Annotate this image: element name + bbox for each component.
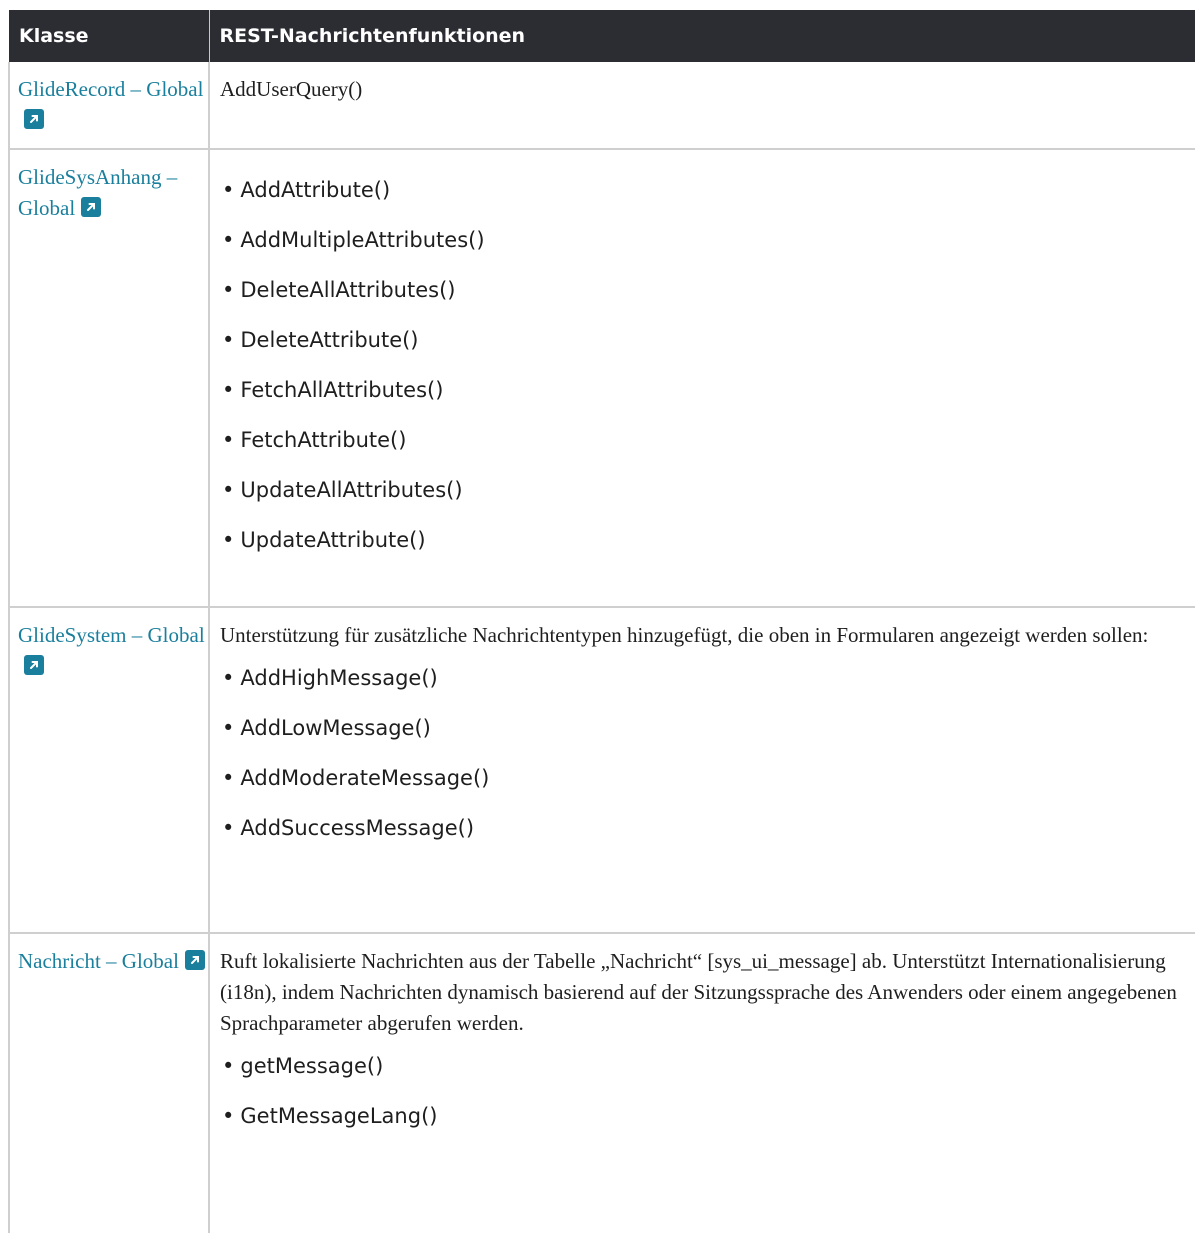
table-row: Nachricht – Global Ruft lokalisierte Nac… <box>8 933 1195 1233</box>
list-item: • AddModerateMessage() <box>222 766 490 790</box>
method-name: DeleteAllAttributes() <box>240 278 456 302</box>
table-row: GlideSysAnhang – Global • AddAttribute() … <box>8 149 1195 608</box>
external-link-icon <box>81 197 102 217</box>
method-name: AddMultipleAttributes() <box>240 228 485 252</box>
header-functions: REST-Nachrichtenfunktionen <box>208 10 1195 62</box>
method-list: • getMessage() • GetMessageLang() <box>220 1041 1185 1141</box>
class-cell: GlideRecord – Global <box>8 62 209 150</box>
method-name: AddModerateMessage() <box>240 766 490 790</box>
list-item: • UpdateAttribute() <box>222 528 426 552</box>
description-cell: Ruft lokalisierte Nachrichten aus der Ta… <box>208 933 1195 1233</box>
functions-table: Klasse REST-Nachrichtenfunktionen GlideR… <box>8 10 1195 1233</box>
description-cell: AddUserQuery() <box>208 62 1195 150</box>
description-text: AddUserQuery() <box>220 77 363 101</box>
method-name: DeleteAttribute() <box>240 328 419 352</box>
method-name: GetMessageLang() <box>240 1104 438 1128</box>
list-item: • AddSuccessMessage() <box>222 816 475 840</box>
class-link-gliderecord[interactable]: GlideRecord – Global <box>18 77 203 132</box>
external-link-icon <box>184 950 205 970</box>
list-item: • getMessage() <box>222 1054 384 1078</box>
class-link-label: Nachricht – Global <box>18 949 179 973</box>
method-name: AddLowMessage() <box>240 716 431 740</box>
method-list: • AddAttribute() • AddMultipleAttributes()… <box>220 165 1185 565</box>
method-name: getMessage() <box>240 1054 384 1078</box>
method-name: AddSuccessMessage() <box>240 816 475 840</box>
list-item: • GetMessageLang() <box>222 1104 438 1128</box>
description-text: Unterstützung für zusätzliche Nachrichte… <box>220 623 1149 647</box>
table-header-row: Klasse REST-Nachrichtenfunktionen <box>9 10 1195 62</box>
class-link-label: GlideSystem – Global <box>18 623 205 647</box>
class-link-glidesysanhang[interactable]: GlideSysAnhang – Global <box>18 165 177 220</box>
list-item: • UpdateAllAttributes() <box>222 478 463 502</box>
list-item: • AddHighMessage() <box>222 666 438 690</box>
list-item: • AddAttribute() <box>222 178 391 202</box>
method-name: AddHighMessage() <box>240 666 438 690</box>
description-text: Ruft lokalisierte Nachrichten aus der Ta… <box>220 949 1177 1035</box>
class-link-label: GlideRecord – Global <box>18 77 204 101</box>
method-name: FetchAllAttributes() <box>240 378 444 402</box>
list-item: • FetchAllAttributes() <box>222 378 444 402</box>
method-name: AddAttribute() <box>240 178 391 202</box>
method-list: • AddHighMessage() • AddLowMessage() • AddM… <box>220 653 1185 853</box>
class-link-glidesystem[interactable]: GlideSystem – Global <box>18 623 205 678</box>
class-link-nachricht[interactable]: Nachricht – Global <box>18 949 205 973</box>
class-cell: GlideSysAnhang – Global <box>8 149 209 608</box>
class-cell: GlideSystem – Global <box>8 607 209 934</box>
table-row: GlideRecord – Global AddUserQuery() <box>8 62 1195 150</box>
external-link-icon <box>24 109 44 129</box>
list-item: • DeleteAttribute() <box>222 328 419 352</box>
description-cell: Unterstützung für zusätzliche Nachrichte… <box>208 607 1195 934</box>
list-item: • AddLowMessage() <box>222 716 431 740</box>
description-cell: • AddAttribute() • AddMultipleAttributes()… <box>208 149 1195 608</box>
header-class: Klasse <box>9 10 209 62</box>
list-item: • DeleteAllAttributes() <box>222 278 456 302</box>
method-name: FetchAttribute() <box>240 428 407 452</box>
table-row: GlideSystem – Global Unterstützung für z… <box>8 607 1195 934</box>
list-item: • AddMultipleAttributes() <box>222 228 485 252</box>
class-cell: Nachricht – Global <box>8 933 209 1233</box>
list-item: • FetchAttribute() <box>222 428 407 452</box>
method-name: UpdateAttribute() <box>240 528 426 552</box>
method-name: UpdateAllAttributes() <box>240 478 463 502</box>
external-link-icon <box>24 655 44 675</box>
